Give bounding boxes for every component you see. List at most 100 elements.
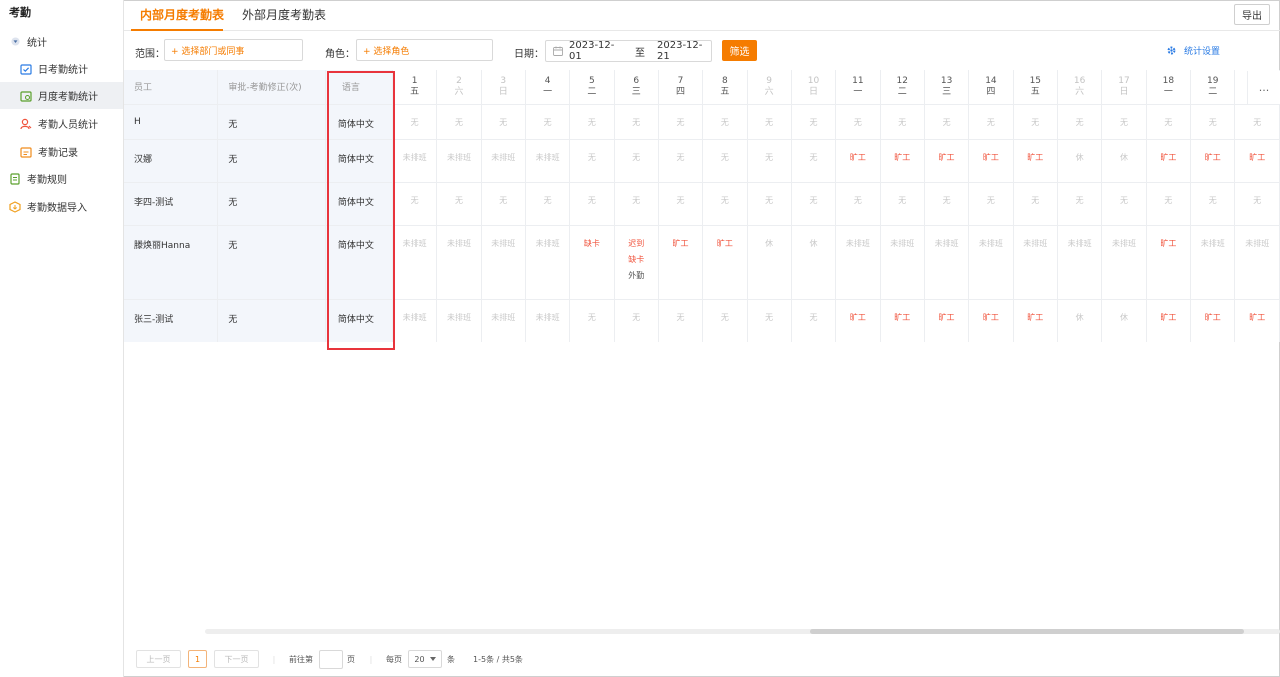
attendance-cell[interactable]: 未排班 (436, 225, 482, 300)
range-picker[interactable]: + 选择部门或同事 (164, 39, 303, 61)
attendance-cell[interactable]: 无 (747, 182, 792, 226)
attendance-cell[interactable]: 旷工 (968, 299, 1014, 342)
attendance-cell[interactable]: 无 (1190, 104, 1236, 140)
table-row[interactable]: 滕焕丽Hanna 无简体中文 未排班 未排班 未排班 未排班 缺卡 迟到 缺卡 外勤 旷工 旷工休休未… (124, 225, 1280, 300)
attendance-cell[interactable]: 旷工 (1146, 299, 1192, 342)
attendance-cell[interactable]: 无 (968, 104, 1014, 140)
attendance-cell[interactable]: 无 (1057, 182, 1103, 226)
export-button[interactable]: 导出 (1234, 4, 1270, 25)
attendance-cell[interactable]: 旷工 (880, 139, 925, 183)
table-row[interactable]: 李四-测试无简体中文无无无无无无无无无无无无无无无无无无无无 (124, 182, 1280, 226)
attendance-cell[interactable]: 无 (569, 139, 615, 183)
attendance-cell[interactable]: 缺卡 (569, 225, 615, 300)
attendance-cell[interactable]: 无 (702, 182, 748, 226)
attendance-cell[interactable]: 无 (1101, 104, 1147, 140)
attendance-cell[interactable]: 未排班 (481, 139, 526, 183)
sidebar-item-import[interactable]: 考勤数据导入 (0, 193, 123, 220)
attendance-cell[interactable]: 旷工 (1013, 139, 1058, 183)
attendance-cell[interactable]: 旷工 (1190, 139, 1236, 183)
attendance-cell[interactable]: 无 (1057, 104, 1103, 140)
attendance-cell[interactable]: 旷工 (1234, 299, 1280, 342)
attendance-cell[interactable]: 无 (747, 104, 792, 140)
sidebar-item-monthly[interactable]: 月度考勤统计 (0, 82, 123, 109)
goto-page-input[interactable] (319, 650, 343, 669)
attendance-cell[interactable]: 旷工 (924, 299, 970, 342)
attendance-cell[interactable]: 无 (614, 182, 659, 226)
sidebar-item-records[interactable]: 考勤记录 (0, 138, 123, 165)
attendance-cell[interactable]: 无 (614, 104, 659, 140)
attendance-cell[interactable]: 未排班 (392, 225, 438, 300)
attendance-cell[interactable]: 无 (481, 104, 526, 140)
attendance-cell[interactable]: 无 (791, 299, 837, 342)
attendance-cell[interactable]: 旷工 (835, 139, 881, 183)
attendance-cell[interactable]: 无 (791, 104, 837, 140)
attendance-cell[interactable]: 未排班 (392, 139, 438, 183)
attendance-cell[interactable]: 未排班 (481, 299, 526, 342)
attendance-cell[interactable]: 无 (436, 104, 482, 140)
attendance-cell[interactable]: 无 (569, 299, 615, 342)
attendance-cell[interactable]: 无 (525, 104, 571, 140)
attendance-cell[interactable]: 无 (658, 299, 704, 342)
attendance-cell[interactable]: 旷工 (924, 139, 970, 183)
attendance-cell[interactable]: 无 (1234, 182, 1280, 226)
per-page-select[interactable]: 20 (408, 650, 442, 668)
attendance-cell[interactable]: 无 (658, 139, 704, 183)
attendance-cell[interactable]: 无 (702, 139, 748, 183)
attendance-cell[interactable]: 未排班 (924, 225, 970, 300)
attendance-cell[interactable]: 无 (747, 139, 792, 183)
attendance-cell[interactable]: 休 (1057, 299, 1103, 342)
sidebar-item-rules[interactable]: 考勤规则 (0, 165, 123, 192)
attendance-cell[interactable]: 旷工 (1146, 225, 1192, 300)
attendance-cell[interactable]: 无 (791, 139, 837, 183)
horizontal-scrollbar[interactable] (205, 629, 1280, 634)
attendance-cell[interactable]: 无 (1013, 182, 1058, 226)
attendance-cell[interactable]: 未排班 (1234, 225, 1280, 300)
attendance-cell[interactable]: 休 (1057, 139, 1103, 183)
attendance-cell[interactable]: 未排班 (1101, 225, 1147, 300)
attendance-cell[interactable]: 无 (702, 299, 748, 342)
role-picker[interactable]: + 选择角色 (356, 39, 493, 61)
attendance-cell[interactable]: 无 (880, 104, 925, 140)
sidebar-item-daily[interactable]: 日考勤统计 (0, 55, 123, 82)
attendance-cell[interactable]: 未排班 (968, 225, 1014, 300)
attendance-cell[interactable]: 无 (614, 299, 659, 342)
attendance-cell[interactable]: 无 (1013, 104, 1058, 140)
attendance-cell[interactable]: 旷工 (1190, 299, 1236, 342)
prev-page-button[interactable]: 上一页 (136, 650, 181, 668)
filter-button[interactable]: 筛选 (722, 40, 757, 61)
attendance-cell[interactable]: 无 (924, 104, 970, 140)
attendance-cell[interactable]: 无 (702, 104, 748, 140)
sidebar-item-stats[interactable]: 统计 (0, 28, 123, 55)
attendance-cell[interactable]: 无 (1146, 104, 1192, 140)
attendance-cell[interactable]: 旷工 (968, 139, 1014, 183)
attendance-cell[interactable]: 未排班 (880, 225, 925, 300)
attendance-cell[interactable]: 无 (569, 182, 615, 226)
attendance-cell[interactable]: 未排班 (525, 225, 571, 300)
attendance-cell[interactable]: 休 (747, 225, 792, 300)
attendance-cell[interactable]: 旷工 (702, 225, 748, 300)
current-page[interactable]: 1 (188, 650, 207, 668)
scrollbar-thumb[interactable] (810, 629, 1244, 634)
attendance-cell[interactable]: 旷工 (835, 299, 881, 342)
attendance-cell[interactable]: 休 (1101, 299, 1147, 342)
attendance-cell[interactable]: 无 (392, 182, 438, 226)
attendance-cell[interactable]: 未排班 (392, 299, 438, 342)
attendance-cell[interactable]: 未排班 (1013, 225, 1058, 300)
date-start[interactable]: 2023-12-01 (569, 40, 623, 62)
attendance-cell[interactable]: 无 (1101, 182, 1147, 226)
tab-internal-monthly[interactable]: 内部月度考勤表 (140, 6, 224, 23)
attendance-cell[interactable]: 未排班 (525, 139, 571, 183)
attendance-cell[interactable]: 无 (614, 139, 659, 183)
attendance-cell[interactable]: 无 (835, 104, 881, 140)
table-row[interactable]: 汉娜无简体中文 未排班 未排班 未排班 未排班无无无无无无旷工 旷工 旷工 旷工 旷工休休旷工旷… (124, 139, 1280, 183)
attendance-cell[interactable]: 无 (658, 182, 704, 226)
attendance-cell[interactable]: 无 (1190, 182, 1236, 226)
attendance-cell[interactable]: 旷工 (1146, 139, 1192, 183)
attendance-cell[interactable]: 无 (392, 104, 438, 140)
attendance-cell[interactable]: 未排班 (835, 225, 881, 300)
attendance-cell[interactable]: 无 (968, 182, 1014, 226)
attendance-cell[interactable]: 未排班 (525, 299, 571, 342)
attendance-cell[interactable]: 无 (924, 182, 970, 226)
attendance-cell[interactable]: 未排班 (1190, 225, 1236, 300)
sidebar-item-person-stats[interactable]: 考勤人员统计 (0, 110, 123, 137)
